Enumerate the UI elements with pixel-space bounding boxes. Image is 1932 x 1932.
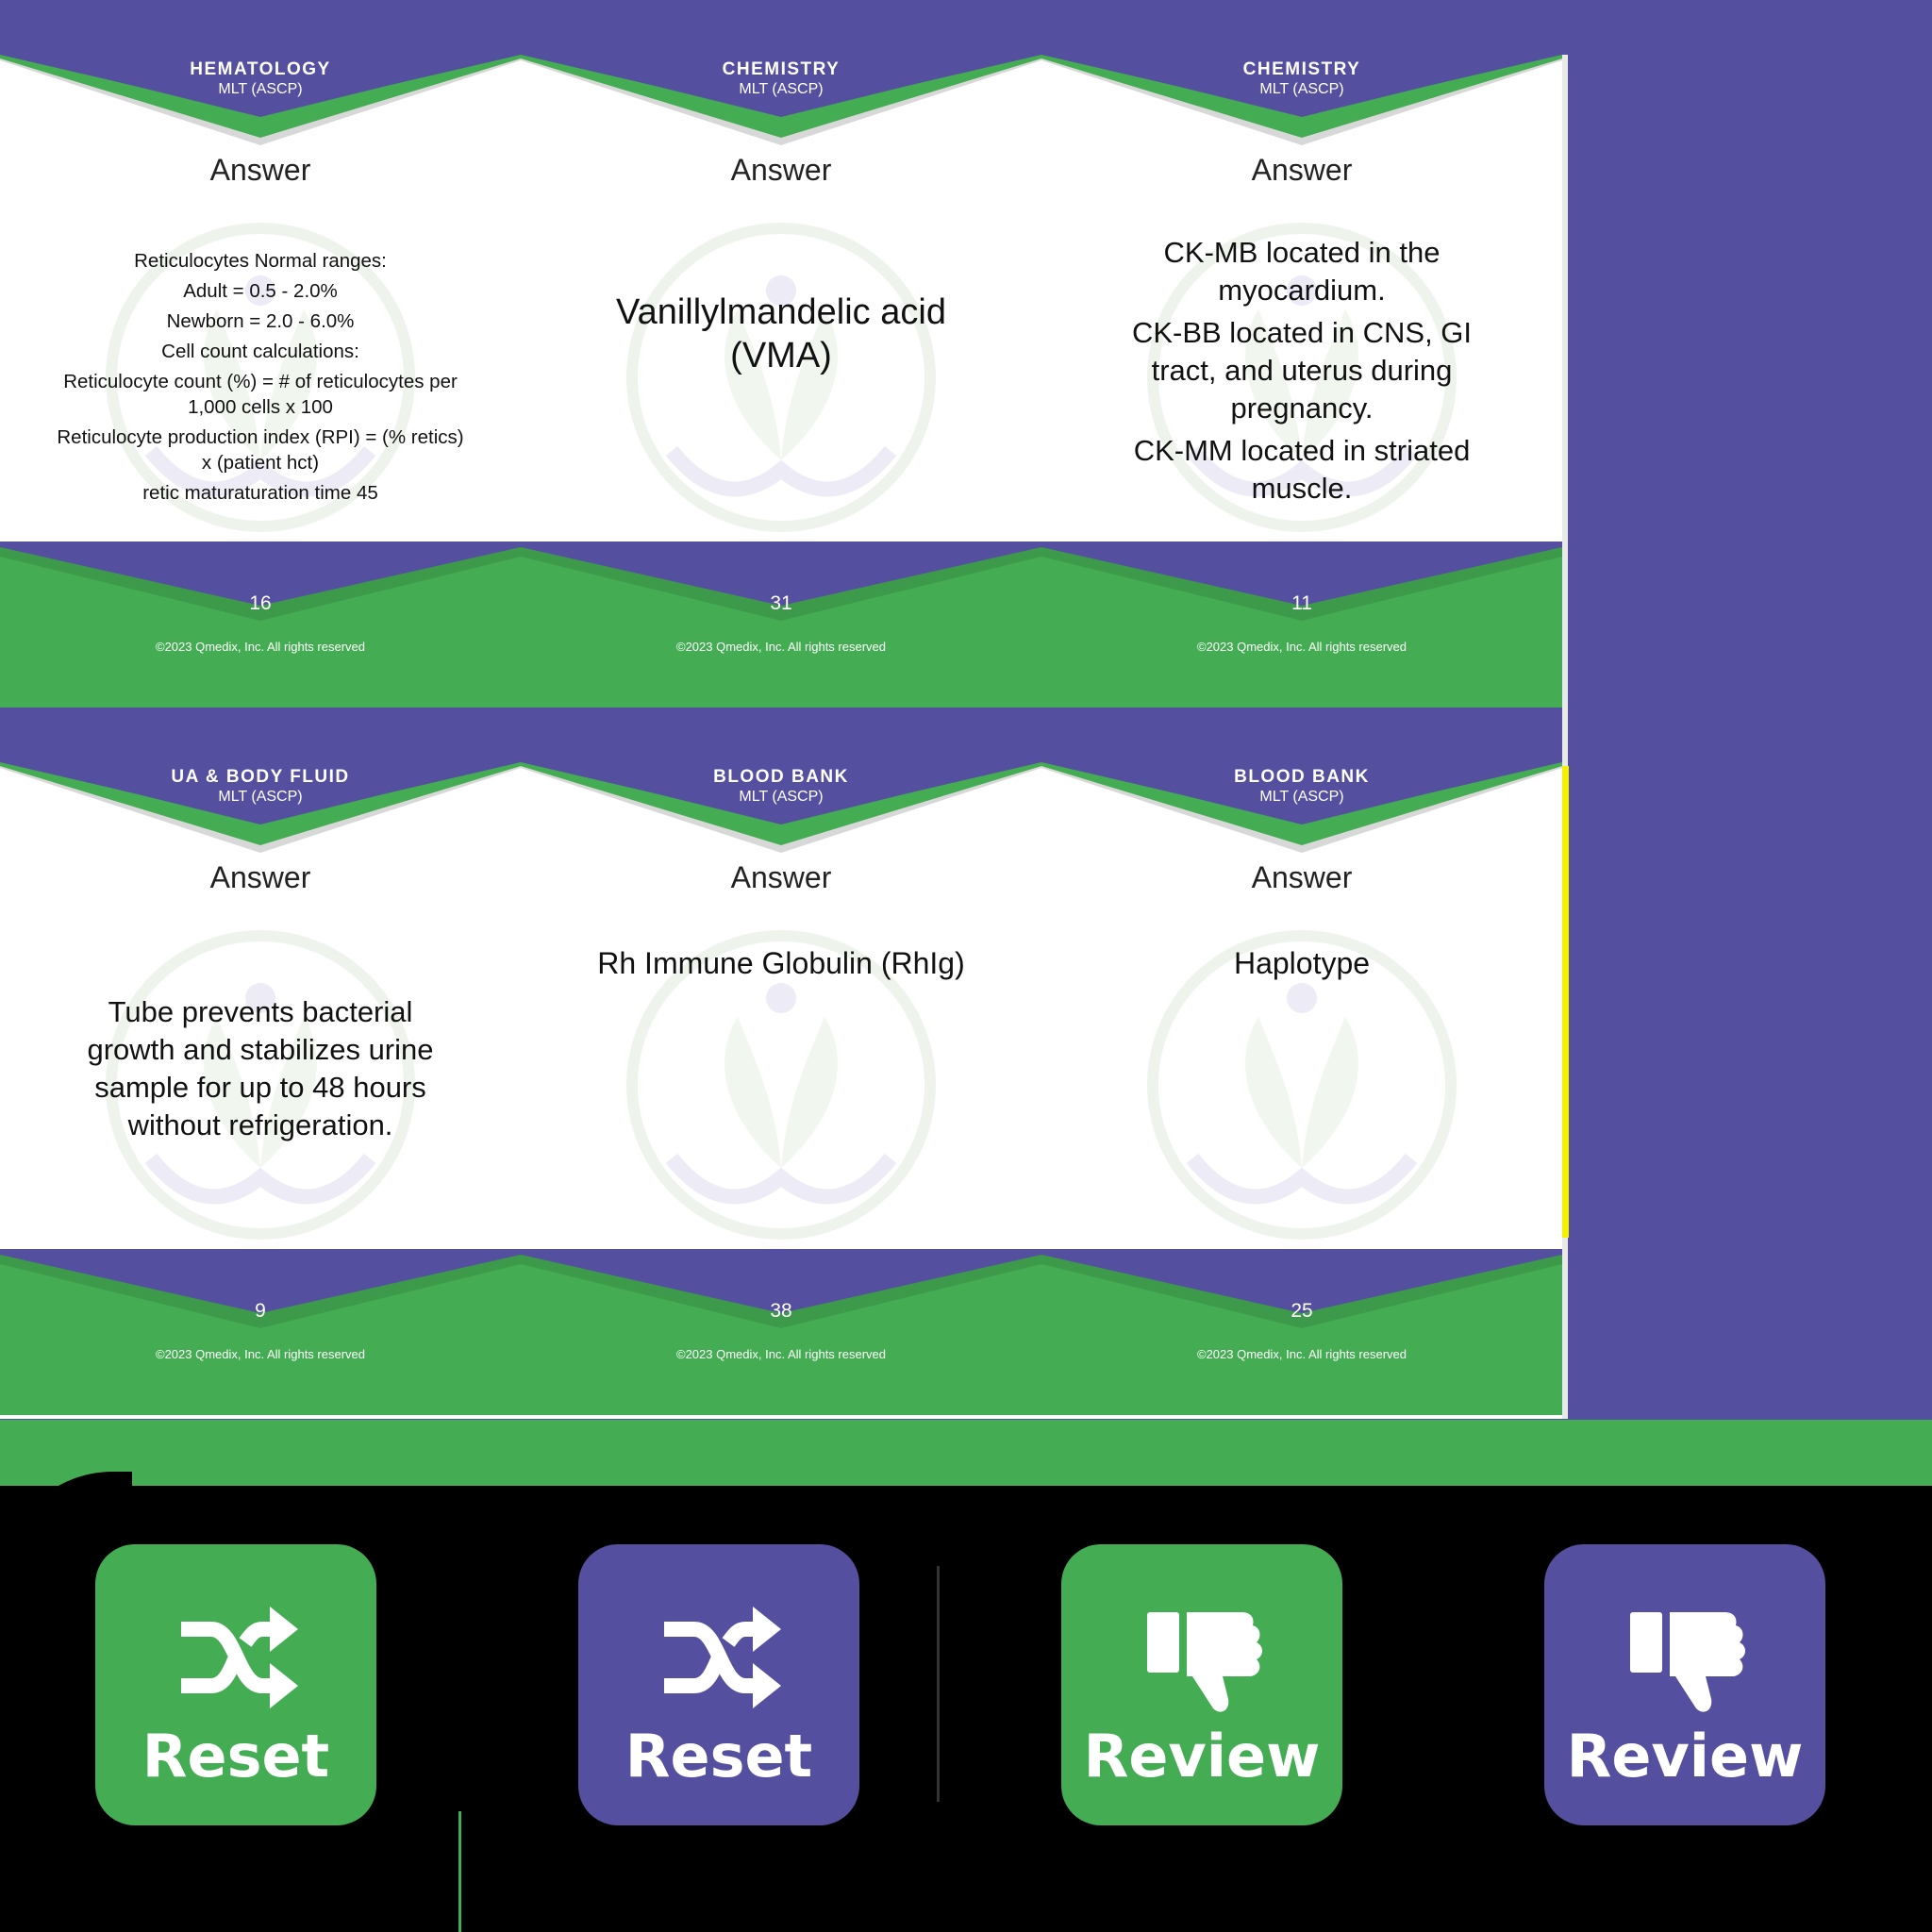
card-certification: MLT (ASCP) xyxy=(218,81,303,97)
card-answer-text: Haplotype xyxy=(1079,944,1524,982)
card-subject: UA & BODY FLUID xyxy=(171,767,350,787)
card-answer-text: CK-MB located in the myocardium. CK-BB l… xyxy=(1113,234,1491,508)
card-copyright: ©2023 Qmedix, Inc. All rights reserved xyxy=(675,1347,886,1361)
shuffle-icon xyxy=(181,1607,298,1708)
flashcard[interactable]: BLOOD BANK MLT (ASCP) Answer Rh Immune G… xyxy=(521,762,1041,1415)
card-answer-text: Rh Immune Globulin (RhIg) xyxy=(540,944,1023,982)
card-copyright: ©2023 Qmedix, Inc. All rights reserved xyxy=(675,640,886,654)
card-answer-label: Answer xyxy=(209,860,311,894)
card-certification: MLT (ASCP) xyxy=(739,81,824,97)
card-certification: MLT (ASCP) xyxy=(1259,789,1344,805)
reset-button[interactable]: Reset xyxy=(95,1544,376,1825)
divider-line xyxy=(937,1566,940,1802)
answer-line: Adult = 0.5 - 2.0% xyxy=(183,280,338,302)
review-label: Review xyxy=(1083,1722,1321,1790)
review-label: Review xyxy=(1566,1722,1804,1790)
card-answer-label: Answer xyxy=(730,860,832,894)
card-subject: BLOOD BANK xyxy=(713,767,849,787)
card-subject: CHEMISTRY xyxy=(722,59,841,79)
review-button[interactable]: Review xyxy=(1061,1544,1342,1825)
answer-line: retic maturaturation time 45 xyxy=(142,482,378,504)
card-answer-text: Reticulocytes Normal ranges: Adult = 0.5… xyxy=(57,248,464,506)
card-copyright: ©2023 Qmedix, Inc. All rights reserved xyxy=(155,640,365,654)
card-subject: CHEMISTRY xyxy=(1242,59,1361,79)
card-number: 25 xyxy=(1291,1300,1313,1322)
reset-button[interactable]: Reset xyxy=(578,1544,859,1825)
card-answer-label: Answer xyxy=(1251,860,1353,894)
card-certification: MLT (ASCP) xyxy=(218,789,303,805)
answer-line: Reticulocyte count (%) = # of reticulocy… xyxy=(63,371,458,418)
card-subject: BLOOD BANK xyxy=(1234,767,1370,787)
green-band xyxy=(0,1420,1932,1486)
card-certification: MLT (ASCP) xyxy=(1259,81,1344,97)
flashcard[interactable]: CHEMISTRY MLT (ASCP) Answer CK-MB locate… xyxy=(1041,55,1562,708)
shuffle-icon xyxy=(664,1607,781,1708)
answer-line: CK-MB located in the myocardium. xyxy=(1163,236,1441,307)
answer-line: Newborn = 2.0 - 6.0% xyxy=(166,310,355,332)
thumbs-down-icon xyxy=(1630,1612,1745,1712)
card-number: 38 xyxy=(770,1300,792,1322)
flashcard[interactable]: CHEMISTRY MLT (ASCP) Answer Vanillylmand… xyxy=(521,55,1041,708)
answer-line: CK-MM located in striated muscle. xyxy=(1133,434,1471,505)
answer-line: Haplotype xyxy=(1233,946,1371,980)
review-button[interactable]: Review xyxy=(1544,1544,1825,1825)
card-number: 16 xyxy=(249,592,272,614)
divider-line xyxy=(458,1811,461,1932)
flashcard[interactable]: HEMATOLOGY MLT (ASCP) Answer Reticulocyt… xyxy=(0,55,521,708)
row-separator xyxy=(0,708,1562,762)
card-copyright: ©2023 Qmedix, Inc. All rights reserved xyxy=(1196,640,1407,654)
card-number: 31 xyxy=(770,592,792,614)
answer-line: Cell count calculations: xyxy=(161,341,359,362)
answer-line: CK-BB located in CNS, GI tract, and uter… xyxy=(1131,316,1473,425)
answer-line: Rh Immune Globulin (RhIg) xyxy=(597,946,965,980)
card-copyright: ©2023 Qmedix, Inc. All rights reserved xyxy=(1196,1347,1407,1361)
reset-label: Reset xyxy=(142,1722,330,1790)
answer-line: Reticulocytes Normal ranges: xyxy=(134,250,387,272)
answer-line: Reticulocyte production index (RPI) = (%… xyxy=(57,426,464,474)
card-number: 9 xyxy=(255,1300,266,1322)
card-answer-text: Vanillylmandelic acid (VMA) xyxy=(587,291,975,377)
card-subject: HEMATOLOGY xyxy=(190,59,331,79)
flashcard[interactable]: UA & BODY FLUID MLT (ASCP) Answer Tube p… xyxy=(0,762,521,1415)
card-answer-text: Tube prevents bacterial growth and stabi… xyxy=(62,993,458,1144)
card-answer-label: Answer xyxy=(209,153,311,187)
answer-line: Tube prevents bacterial growth and stabi… xyxy=(87,995,434,1141)
selection-highlight xyxy=(1561,766,1569,1238)
card-certification: MLT (ASCP) xyxy=(739,789,824,805)
thumbs-down-icon xyxy=(1147,1612,1262,1712)
card-answer-label: Answer xyxy=(730,153,832,187)
card-answer-label: Answer xyxy=(1251,153,1353,187)
card-number: 11 xyxy=(1291,592,1312,614)
reset-label: Reset xyxy=(625,1722,813,1790)
answer-line: Vanillylmandelic acid (VMA) xyxy=(616,292,946,375)
card-copyright: ©2023 Qmedix, Inc. All rights reserved xyxy=(155,1347,365,1361)
flashcard[interactable]: BLOOD BANK MLT (ASCP) Answer Haplotype 2… xyxy=(1041,762,1562,1415)
